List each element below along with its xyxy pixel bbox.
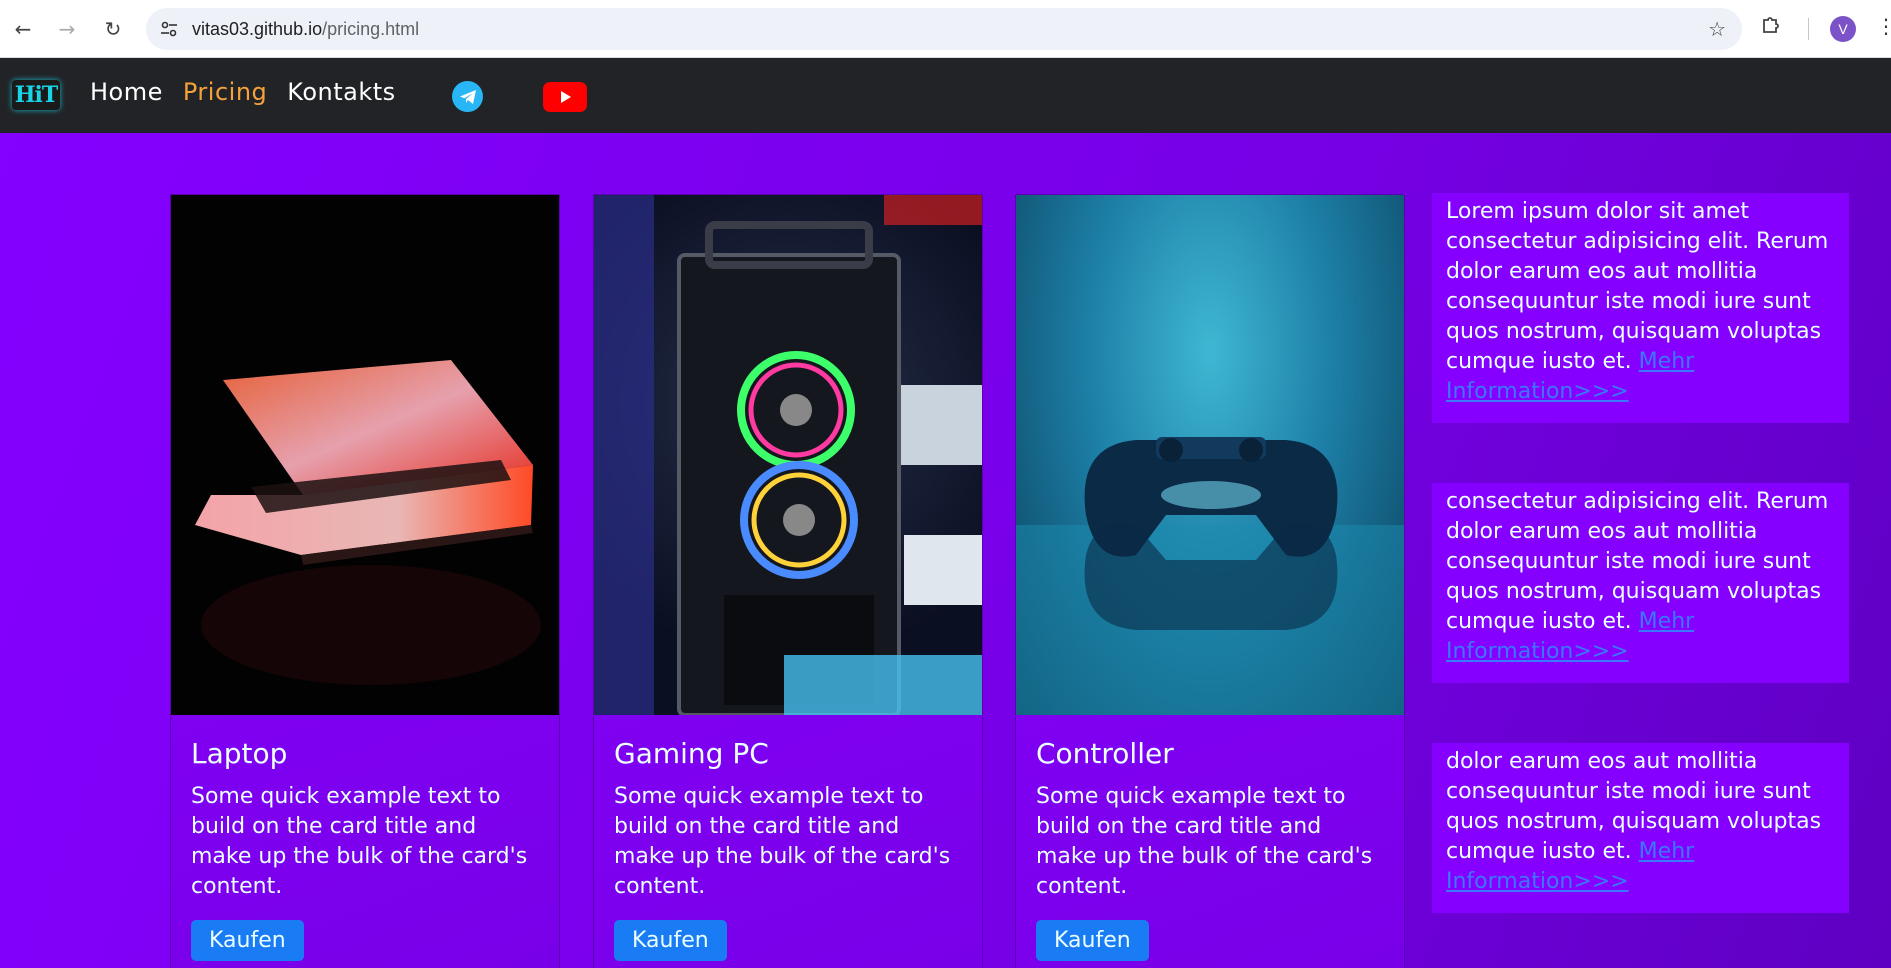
back-arrow-icon[interactable]: ←: [6, 12, 40, 46]
pricing-section: Laptop Some quick example text to build …: [0, 133, 1891, 968]
url-text[interactable]: vitas03.github.io/pricing.html: [192, 19, 419, 40]
nav-home[interactable]: Home: [90, 78, 163, 106]
buy-button-laptop[interactable]: Kaufen: [191, 920, 304, 961]
controller-image: [1016, 195, 1404, 715]
info-body: consectetur adipisicing elit. Rerum dolo…: [1446, 489, 1829, 634]
info-text: consectetur adipisicing elit. Rerum dolo…: [1446, 487, 1835, 667]
site-logo[interactable]: HiT: [12, 80, 60, 110]
card-title: Laptop: [191, 737, 288, 770]
extensions-icon[interactable]: [1760, 14, 1782, 41]
info-text: Lorem ipsum dolor sit amet consectetur a…: [1446, 197, 1835, 407]
info-text: dolor earum eos aut mollitia consequuntu…: [1446, 747, 1835, 897]
nav-pricing[interactable]: Pricing: [183, 78, 267, 106]
buy-button-controller[interactable]: Kaufen: [1036, 920, 1149, 961]
star-icon[interactable]: ☆: [1708, 17, 1726, 41]
browser-toolbar: ← → ↻ vitas03.github.io/pricing.html ☆ V…: [0, 0, 1891, 58]
telegram-icon[interactable]: [452, 81, 483, 112]
card-text: Some quick example text to build on the …: [1036, 784, 1373, 899]
reload-icon[interactable]: ↻: [96, 12, 130, 46]
url-host: vitas03.github.io: [192, 19, 323, 39]
product-card-laptop: Laptop Some quick example text to build …: [170, 194, 560, 968]
profile-avatar[interactable]: V: [1830, 16, 1856, 42]
address-bar[interactable]: vitas03.github.io/pricing.html ☆: [146, 8, 1742, 50]
menu-dots-icon[interactable]: ⋮: [1876, 14, 1891, 38]
card-title: Gaming PC: [614, 737, 769, 770]
laptop-image: [171, 195, 559, 715]
info-body: Lorem ipsum dolor sit amet consectetur a…: [1446, 199, 1829, 374]
product-card-gaming-pc: Gaming PC Some quick example text to bui…: [593, 194, 983, 968]
toolbar-divider: [1808, 18, 1809, 40]
gaming-pc-image: [594, 195, 982, 715]
site-navbar: HiT Home Pricing Kontakts: [0, 58, 1891, 133]
main-menu: Home Pricing Kontakts: [90, 78, 396, 106]
url-path: /pricing.html: [322, 19, 420, 39]
info-block: Lorem ipsum dolor sit amet consectetur a…: [1432, 193, 1849, 423]
nav-kontakts[interactable]: Kontakts: [287, 78, 395, 106]
info-block: consectetur adipisicing elit. Rerum dolo…: [1432, 483, 1849, 683]
info-block: dolor earum eos aut mollitia consequuntu…: [1432, 743, 1849, 913]
site-settings-icon[interactable]: [158, 18, 180, 40]
product-card-controller: Controller Some quick example text to bu…: [1015, 194, 1405, 968]
card-title: Controller: [1036, 737, 1174, 770]
card-text: Some quick example text to build on the …: [614, 784, 951, 899]
youtube-icon[interactable]: [543, 82, 587, 112]
forward-arrow-icon[interactable]: →: [50, 12, 84, 46]
info-body: dolor earum eos aut mollitia consequuntu…: [1446, 749, 1822, 864]
card-text: Some quick example text to build on the …: [191, 784, 528, 899]
buy-button-gaming-pc[interactable]: Kaufen: [614, 920, 727, 961]
